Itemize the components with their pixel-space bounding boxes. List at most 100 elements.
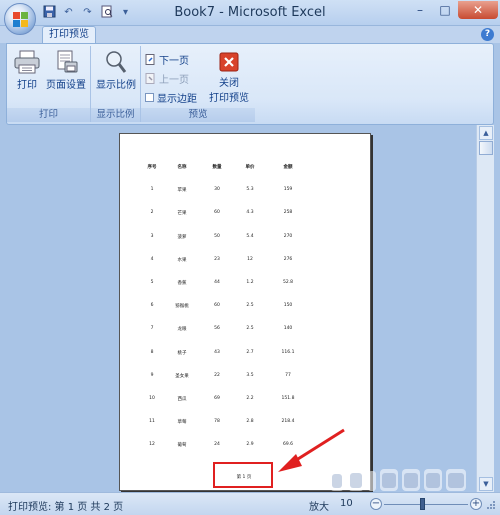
table-cell: 77 [285, 372, 291, 378]
close-button[interactable]: ✕ [458, 1, 498, 19]
table-cell: 276 [283, 256, 293, 262]
table-cell: 苹果 [177, 188, 187, 194]
table-cell: 116.1 [281, 349, 295, 355]
zoom-percent[interactable]: 10 [340, 498, 353, 509]
table-cell: 56 [214, 326, 220, 332]
next-page-icon [145, 54, 155, 65]
close-preview-label-2: 打印预览 [209, 93, 249, 104]
table-cell: 2.2 [246, 396, 254, 401]
show-margins-checkbox[interactable]: 显示边距 [145, 90, 197, 105]
table-cell: 60 [214, 303, 220, 309]
zoom-button[interactable]: 显示比例 [93, 50, 139, 91]
show-margins-label: 显示边距 [157, 94, 197, 105]
table-cell: 2.5 [246, 303, 254, 309]
prev-page-label: 上一页 [159, 75, 189, 86]
group-label-print: 打印 [7, 108, 90, 122]
table-cell: 香蕉 [177, 281, 187, 286]
tab-print-preview[interactable]: 打印预览 [42, 26, 96, 44]
prev-page-button[interactable]: 上一页 [145, 71, 189, 86]
prev-page-icon [145, 73, 155, 84]
scroll-up-icon[interactable]: ▲ [479, 126, 493, 140]
scroll-down-icon[interactable]: ▼ [479, 477, 493, 491]
zoom-out-icon[interactable]: − [370, 498, 382, 510]
zoom-label: 显示比例 [96, 80, 136, 91]
table-cell: 5 [150, 280, 154, 285]
table-cell: 9 [150, 372, 154, 378]
zoom-slider-thumb[interactable] [420, 498, 425, 510]
zoom-in-icon[interactable]: + [470, 498, 482, 510]
table-cell: 龙眼 [177, 327, 187, 333]
table-cell: 4 [150, 256, 154, 262]
table-cell: 30 [214, 187, 220, 193]
table-cell: 270 [283, 233, 293, 239]
table-cell: 43 [214, 349, 220, 355]
table-cell: 2.5 [246, 326, 254, 332]
zoom-slider[interactable] [384, 504, 468, 505]
ribbon-group-print: 打印 页面设置 打印 [7, 46, 91, 122]
table-cell: 1 [150, 187, 154, 193]
group-label-preview: 预览 [141, 108, 255, 122]
zoom-in-label[interactable]: 放大 [309, 498, 329, 513]
table-cell: 44 [214, 280, 220, 285]
table-cell: 258 [283, 210, 293, 216]
group-label-zoom: 显示比例 [91, 108, 140, 122]
next-page-label: 下一页 [159, 56, 189, 67]
table-cell: 水果 [177, 257, 187, 263]
table-cell: 3.5 [246, 372, 254, 378]
table-cell: 1.2 [246, 280, 254, 285]
table-header-cell: 名称 [177, 165, 187, 170]
page-setup-button[interactable]: 页面设置 [43, 50, 89, 91]
page-setup-icon [57, 50, 78, 73]
magnifier-icon [106, 51, 127, 73]
maximize-button[interactable]: □ [433, 1, 457, 19]
office-button[interactable] [4, 3, 36, 35]
table-cell: 23 [214, 256, 220, 262]
table-header-cell: 数量 [212, 165, 222, 170]
ribbon: 打印 页面设置 打印 显示比例 显示比例 下一页 上一页 显示边距 关闭 打印预… [6, 43, 494, 125]
table-cell: 菠萝 [177, 234, 187, 240]
table-cell: 猕猴桃 [175, 304, 189, 310]
table-cell: 12 [247, 256, 253, 262]
table-cell: 3 [150, 233, 154, 239]
annotation-arrow-icon [278, 428, 345, 472]
table-cell: 140 [283, 326, 293, 332]
table-cell: 2.9 [246, 442, 254, 448]
table-cell: 2 [150, 210, 154, 216]
table-cell: 4.3 [246, 210, 254, 216]
close-preview-icon [219, 52, 239, 72]
table-cell: 2.7 [246, 349, 254, 355]
table-cell: 60 [214, 210, 220, 216]
checkbox-icon [145, 93, 154, 102]
table-cell: 50 [214, 233, 220, 239]
table-cell: 151.8 [281, 396, 295, 401]
table-header-cell: 序号 [147, 165, 157, 170]
scroll-thumb[interactable] [479, 141, 493, 155]
resize-grip-icon[interactable] [486, 500, 496, 510]
table-header-cell: 单价 [245, 165, 255, 170]
table-cell: 5.3 [246, 187, 254, 193]
table-cell: 草莓 [177, 420, 187, 426]
print-button[interactable]: 打印 [11, 50, 43, 91]
ribbon-group-preview: 下一页 上一页 显示边距 关闭 打印预览 预览 [141, 46, 255, 122]
close-preview-label-1: 关闭 [219, 78, 239, 89]
table-cell: 5.4 [246, 233, 254, 239]
help-icon[interactable]: ? [481, 28, 494, 41]
vertical-scrollbar[interactable]: ▲ ▼ [476, 125, 494, 492]
office-logo-icon [13, 12, 28, 27]
ribbon-group-zoom: 显示比例 显示比例 [91, 46, 141, 122]
table-cell: 22 [214, 372, 220, 378]
print-label: 打印 [17, 80, 37, 91]
page-setup-label: 页面设置 [46, 80, 86, 91]
table-cell: 11 [149, 419, 155, 425]
printer-icon [14, 50, 40, 74]
table-cell: 西瓜 [177, 397, 187, 402]
next-page-button[interactable]: 下一页 [145, 52, 189, 67]
title-bar: ↶ ↷ ▾ Book7 - Microsoft Excel – □ ✕ [0, 0, 500, 26]
close-preview-button[interactable]: 关闭 打印预览 [205, 52, 253, 104]
table-cell: 芒果 [177, 211, 187, 217]
table-cell: 圣女果 [175, 373, 189, 379]
table-cell: 12 [149, 442, 155, 448]
minimize-button[interactable]: – [408, 1, 432, 19]
table-cell: 69 [214, 396, 220, 401]
page-footer: 第 1 页 [236, 475, 252, 480]
